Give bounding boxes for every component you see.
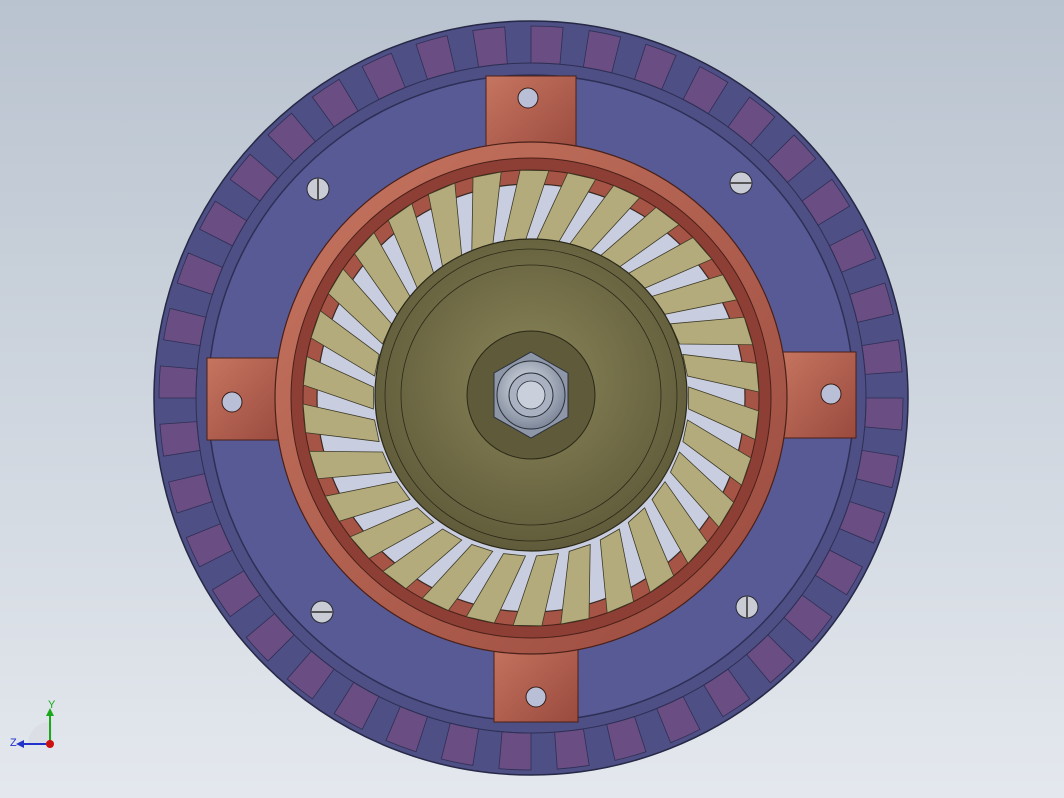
outer-ring-segment [861, 339, 903, 375]
outer-ring-segment [159, 421, 201, 457]
mounting-hole-icon [525, 686, 547, 708]
mounting-hole-icon [517, 87, 539, 109]
cad-model-disc[interactable] [0, 0, 1064, 798]
coordinate-triad[interactable]: Y Z [8, 700, 68, 756]
slotted-screw-icon [735, 595, 759, 619]
slotted-screw-icon [306, 177, 330, 201]
y-axis-label: Y [48, 700, 56, 711]
outer-ring-segment [864, 397, 904, 431]
mounting-hole-icon [221, 391, 243, 413]
z-axis-label: Z [10, 737, 17, 749]
outer-ring-segment [530, 25, 564, 65]
outer-ring-segment [554, 728, 590, 770]
z-axis-arrow [16, 740, 24, 748]
slotted-screw-icon [729, 171, 753, 195]
graphics-viewport[interactable]: Y Z [0, 0, 1064, 798]
mounting-hole-icon [820, 383, 842, 405]
slotted-screw-icon [310, 600, 334, 624]
outer-ring-segment [158, 365, 198, 399]
outer-ring-segment [472, 26, 508, 68]
outer-ring-segment [498, 731, 532, 771]
x-axis-dot [46, 740, 54, 748]
